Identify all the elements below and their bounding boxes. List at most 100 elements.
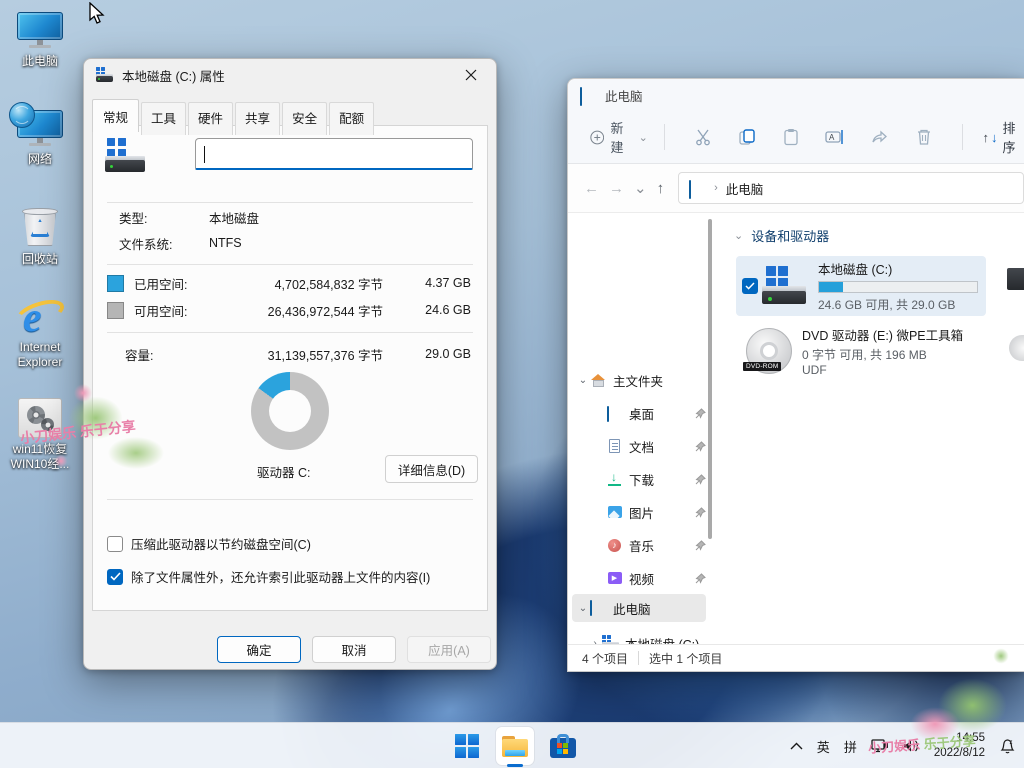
volume-label-input[interactable] — [195, 138, 473, 170]
hidden-icons-chevron[interactable] — [790, 742, 803, 750]
tab-sharing[interactable]: 共享 — [235, 102, 280, 135]
recent-locations-chevron[interactable]: ⌄ — [634, 179, 647, 197]
desktop-icon-recycle-bin[interactable]: 回收站 — [0, 206, 80, 267]
desktop-icon-internet-explorer[interactable]: e Internet Explorer — [0, 292, 80, 370]
tray-time: 14:55 — [934, 731, 985, 746]
gears-icon — [18, 398, 62, 438]
filesystem-value: NTFS — [209, 236, 242, 250]
share-button[interactable] — [857, 128, 901, 146]
start-button[interactable] — [448, 727, 486, 765]
drive-item-c[interactable]: 本地磁盘 (C:) 24.6 GB 可用, 共 29.0 GB — [736, 256, 986, 316]
free-space-legend-swatch — [107, 302, 124, 319]
delete-button[interactable] — [901, 128, 945, 146]
tray-clock[interactable]: 14:55 2022/8/12 — [934, 731, 985, 761]
desktop-icon-network[interactable]: 网络 — [0, 110, 80, 167]
store-icon — [550, 734, 576, 758]
index-checkbox-row[interactable]: 除了文件属性外，还允许索引此驱动器上文件的内容(I) — [107, 567, 430, 586]
internet-explorer-icon: e — [17, 292, 63, 336]
network-icon[interactable] — [871, 739, 889, 754]
desktop-icon-label: 此电脑 — [22, 54, 58, 69]
free-space-bytes: 26,436,972,544 字节 — [212, 301, 409, 320]
details-button[interactable]: 详细信息(D) — [385, 455, 478, 483]
nav-pictures[interactable]: 图片 — [572, 498, 706, 526]
recycle-bin-icon — [20, 206, 60, 248]
tab-hardware[interactable]: 硬件 — [188, 102, 233, 135]
tab-tools[interactable]: 工具 — [141, 102, 186, 135]
svg-text:A: A — [829, 133, 835, 142]
nav-downloads[interactable]: ↓ 下载 — [572, 465, 706, 493]
ime-indicator[interactable]: 拼 — [844, 737, 857, 756]
group-header-devices[interactable]: ⌄ 设备和驱动器 — [734, 226, 829, 245]
tab-general[interactable]: 常规 — [92, 99, 139, 132]
paste-button[interactable] — [769, 128, 813, 146]
volume-icon[interactable] — [903, 739, 920, 753]
sort-button[interactable]: ↑↓ 排序 — [983, 118, 1024, 156]
general-tab-panel: 类型: 本地磁盘 文件系统: NTFS 已用空间: 4,702,584,832 … — [92, 125, 488, 611]
paste-icon — [782, 128, 800, 146]
disc-label: DVD-ROM — [743, 362, 781, 371]
nav-documents[interactable]: 文档 — [572, 432, 706, 460]
desktop-icon-label: Internet Explorer — [1, 340, 79, 370]
chevron-expanded-icon[interactable]: ⌄ — [576, 603, 590, 614]
copy-button[interactable] — [725, 128, 769, 146]
address-bar[interactable]: › 此电脑 — [678, 172, 1024, 204]
type-label: 类型: — [119, 208, 209, 227]
taskbar: 英 拼 14:55 2022/8/12 z — [0, 722, 1024, 768]
compress-checkbox-label: 压缩此驱动器以节约磁盘空间(C) — [131, 534, 311, 553]
drive-capacity: 0 字节 可用, 共 196 MB — [802, 346, 963, 363]
cut-icon — [694, 128, 712, 146]
item-count: 4 个项目 — [582, 650, 628, 667]
index-checkbox[interactable] — [107, 569, 123, 585]
copy-icon — [738, 128, 756, 146]
folder-icon — [502, 736, 528, 757]
desktop-icon-label: 回收站 — [22, 252, 58, 267]
desktop-icon-label: 网络 — [28, 152, 52, 167]
nav-home[interactable]: ⌄ 主文件夹 — [572, 366, 706, 394]
desktop-icon-label: win11恢复 WIN10经... — [1, 442, 79, 472]
up-button[interactable]: ↑ — [657, 180, 665, 197]
taskbar-microsoft-store[interactable] — [544, 727, 582, 765]
partial-drive-item[interactable] — [1007, 268, 1024, 290]
cancel-button[interactable]: 取消 — [312, 636, 396, 663]
back-button[interactable]: ← — [584, 180, 599, 197]
desktop-icon-this-pc[interactable]: 此电脑 — [0, 12, 80, 69]
explorer-titlebar[interactable]: 此电脑 — [568, 79, 1024, 111]
nav-videos[interactable]: ▶ 视频 — [572, 564, 706, 592]
used-space-bytes: 4,702,584,832 字节 — [212, 274, 409, 293]
forward-button[interactable]: → — [609, 180, 624, 197]
nav-desktop[interactable]: 桌面 — [572, 399, 706, 427]
tab-security[interactable]: 安全 — [282, 102, 327, 135]
compress-checkbox-row[interactable]: 压缩此驱动器以节约磁盘空间(C) — [107, 534, 311, 553]
pin-icon — [695, 540, 706, 551]
desktop-icon-win11-restore[interactable]: win11恢复 WIN10经... — [0, 398, 80, 472]
music-icon: ♪ — [606, 539, 623, 552]
new-button[interactable]: 新建 ⌄ — [590, 118, 648, 156]
rename-button[interactable]: A — [813, 128, 857, 146]
breadcrumb[interactable]: 此电脑 — [726, 179, 764, 198]
plus-circle-icon — [590, 129, 604, 146]
nav-scrollbar[interactable] — [708, 219, 712, 539]
partial-drive-item[interactable] — [1009, 335, 1024, 361]
chevron-expanded-icon[interactable]: ⌄ — [576, 375, 590, 386]
language-indicator[interactable]: 英 — [817, 737, 830, 756]
ok-button[interactable]: 确定 — [217, 636, 301, 663]
selected-checkbox[interactable] — [742, 278, 758, 294]
close-icon[interactable] — [456, 64, 486, 86]
nav-music[interactable]: ♪ 音乐 — [572, 531, 706, 559]
drive-icon — [105, 138, 147, 174]
breadcrumb-chevron: › — [714, 182, 718, 194]
notification-bell-icon[interactable]: z — [999, 738, 1016, 755]
pin-icon — [695, 474, 706, 485]
explorer-window: 此电脑 新建 ⌄ — [567, 78, 1024, 672]
dialog-titlebar[interactable]: 本地磁盘 (C:) 属性 — [84, 59, 496, 91]
network-icon — [17, 110, 63, 148]
nav-this-pc[interactable]: ⌄ 此电脑 — [572, 594, 706, 622]
used-space-label: 已用空间: — [134, 274, 212, 293]
tab-quota[interactable]: 配额 — [329, 102, 374, 135]
cut-button[interactable] — [681, 128, 725, 146]
nav-local-disk-c[interactable]: › 本地磁盘 (C:) — [572, 629, 706, 644]
drive-item-dvd-e[interactable]: DVD-ROM DVD 驱动器 (E:) 微PE工具箱 0 字节 可用, 共 1… — [736, 321, 986, 381]
compress-checkbox[interactable] — [107, 536, 123, 552]
taskbar-file-explorer[interactable] — [496, 727, 534, 765]
capacity-bytes: 31,139,557,376 字节 — [203, 345, 409, 364]
